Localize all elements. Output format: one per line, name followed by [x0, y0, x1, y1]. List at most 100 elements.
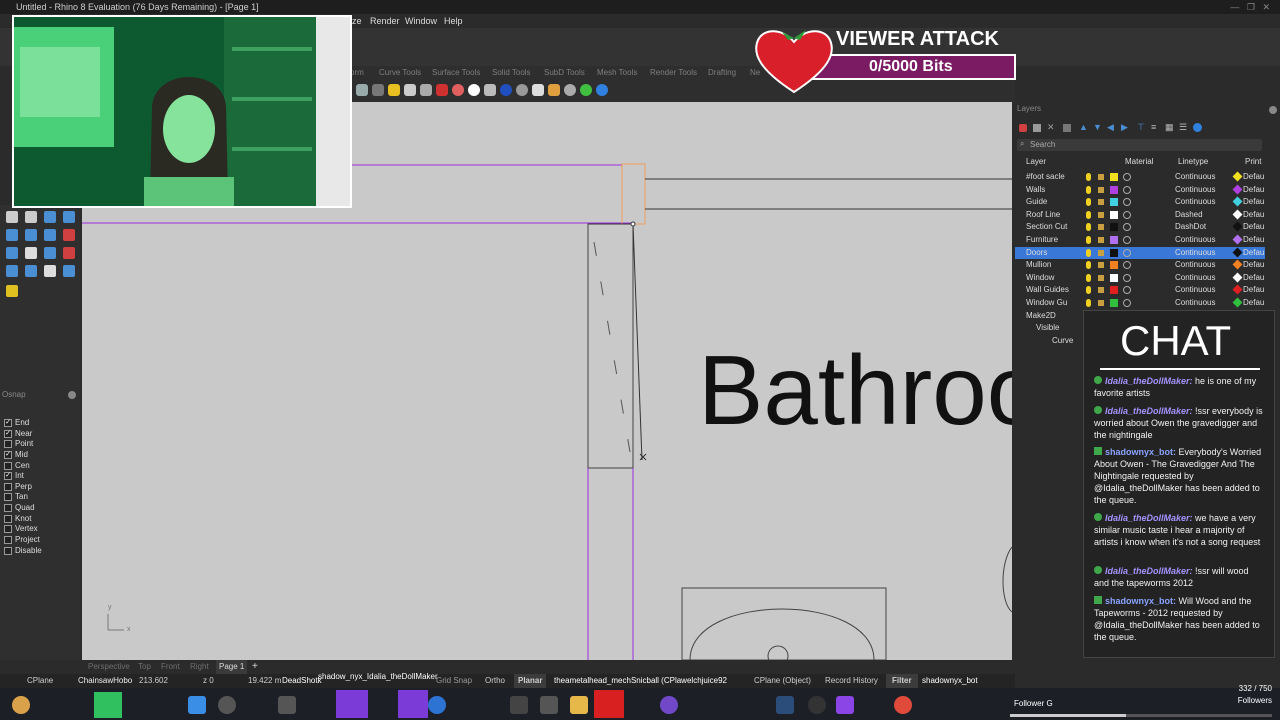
layers-search[interactable]: ⌕ Search	[1017, 139, 1262, 151]
new-sublayer-icon[interactable]	[1033, 124, 1041, 132]
start-icon[interactable]	[188, 696, 206, 714]
bulb-icon[interactable]	[1086, 210, 1091, 219]
analyze-icon[interactable]	[63, 265, 75, 277]
bulb-icon[interactable]	[1086, 261, 1091, 270]
lock-icon[interactable]	[1098, 249, 1104, 256]
layer-row[interactable]: Window Gu Continuous Defau	[1015, 297, 1265, 309]
tab-render-tools[interactable]: Render Tools	[650, 66, 697, 80]
print-color-swatch[interactable]	[1232, 259, 1243, 270]
filter-icon[interactable]: ⊤	[1137, 122, 1145, 133]
checkbox[interactable]	[4, 546, 12, 555]
osnap-cen[interactable]: Cen	[4, 461, 30, 471]
menu-item-help[interactable]: Help	[444, 14, 463, 28]
osnap-tan[interactable]: Tan	[4, 492, 28, 502]
paint-icon[interactable]	[6, 285, 18, 297]
surface-icon[interactable]	[44, 247, 56, 259]
col-print[interactable]: Print	[1245, 157, 1261, 166]
color-wheel-icon[interactable]	[452, 84, 464, 96]
lock-icon[interactable]	[1098, 262, 1104, 269]
transform-icon[interactable]	[63, 247, 75, 259]
lock-icon[interactable]	[1098, 174, 1104, 180]
print-color-swatch[interactable]	[1232, 297, 1243, 308]
layer-color-swatch[interactable]	[1110, 173, 1118, 181]
lock-icon[interactable]	[1098, 237, 1104, 243]
lock-icon[interactable]	[1098, 300, 1104, 306]
tab-surface-tools[interactable]: Surface Tools	[432, 66, 480, 80]
bulb-icon[interactable]	[1086, 236, 1091, 244]
layer-print-width[interactable]: Defau	[1243, 196, 1264, 208]
material-icon[interactable]	[1123, 286, 1131, 295]
light-icon[interactable]	[372, 84, 384, 96]
layer-linetype[interactable]: Continuous	[1175, 284, 1215, 296]
layer-row[interactable]: Window Continuous Defau	[1015, 272, 1265, 284]
bulb-icon[interactable]	[1086, 299, 1091, 307]
checkbox[interactable]: ✓	[4, 471, 12, 480]
status-planar[interactable]: Planar	[514, 674, 547, 688]
layer-row[interactable]: Doors Continuous Defau	[1015, 246, 1265, 259]
render-blue-icon[interactable]	[500, 84, 512, 96]
layer-print-width[interactable]: Defau	[1243, 221, 1264, 233]
pencil-icon[interactable]	[548, 84, 560, 96]
delete-icon[interactable]: ✕	[1047, 122, 1055, 133]
search-icon[interactable]	[218, 696, 236, 714]
weather-icon[interactable]	[12, 696, 30, 714]
status-grid-snap[interactable]: Grid Snap	[436, 674, 472, 688]
layer-linetype[interactable]: Continuous	[1175, 272, 1215, 284]
lock-icon[interactable]	[1098, 287, 1104, 294]
tab-solid-tools[interactable]: Solid Tools	[492, 66, 531, 80]
grid-view-icon[interactable]: ▦	[1165, 122, 1174, 133]
print-color-swatch[interactable]	[1232, 221, 1243, 232]
window-controls[interactable]: — ❐ ✕	[1230, 0, 1270, 14]
calendar-icon[interactable]	[540, 696, 558, 714]
chrome-icon[interactable]	[894, 696, 912, 714]
files-icon[interactable]	[570, 696, 588, 714]
material-icon[interactable]	[1123, 248, 1131, 257]
menu-item-render[interactable]: Render	[370, 14, 400, 28]
green-sphere-icon[interactable]	[580, 84, 592, 96]
select-icon[interactable]	[6, 211, 18, 223]
bulb-icon[interactable]	[1086, 173, 1091, 181]
layer-linetype[interactable]: Continuous	[1175, 171, 1215, 183]
layer-print-width[interactable]: Defau	[1243, 284, 1264, 296]
layer-color-swatch[interactable]	[1110, 286, 1118, 295]
lock-icon[interactable]	[1098, 199, 1104, 206]
osnap-quad[interactable]: Quad	[4, 503, 35, 513]
app-icon[interactable]	[660, 696, 678, 714]
layer-color-swatch[interactable]	[1110, 261, 1118, 270]
menu-item-analyze[interactable]: ze	[352, 14, 362, 28]
twitch-icon[interactable]	[836, 696, 854, 714]
material-icon[interactable]	[1123, 173, 1131, 181]
bulb-icon[interactable]	[1086, 286, 1091, 295]
layer-row[interactable]: Roof Line Dashed Defau	[1015, 209, 1265, 221]
browser-icon[interactable]	[428, 696, 446, 714]
layer-color-swatch[interactable]	[1110, 236, 1118, 244]
check-icon[interactable]	[44, 265, 56, 277]
material-icon[interactable]	[1123, 261, 1131, 270]
new-layer-icon[interactable]	[1019, 124, 1027, 132]
checkbox[interactable]	[4, 524, 12, 533]
help-icon[interactable]	[1193, 123, 1202, 132]
layer-print-width[interactable]: Defau	[1243, 184, 1264, 196]
tools-icon[interactable]: ≡	[1151, 122, 1156, 132]
layer-linetype[interactable]: DashDot	[1175, 221, 1206, 233]
tab-front[interactable]: Front	[161, 660, 180, 674]
tab-curve-tools[interactable]: Curve Tools	[379, 66, 421, 80]
layer-print-width[interactable]: Defau	[1243, 171, 1264, 183]
tab-drafting[interactable]: Drafting	[708, 66, 736, 80]
osnap-disable[interactable]: Disable	[4, 546, 42, 556]
print-color-swatch[interactable]	[1232, 234, 1243, 245]
checkbox[interactable]: ✓	[4, 429, 12, 438]
checkbox[interactable]	[4, 535, 12, 544]
environment-icon[interactable]	[564, 84, 576, 96]
osnap-near[interactable]: ✓ Near	[4, 429, 32, 439]
osnap-vertex[interactable]: Vertex	[4, 524, 38, 534]
terminal-icon[interactable]	[510, 696, 528, 714]
osnap-perp[interactable]: Perp	[4, 482, 32, 492]
material-icon[interactable]	[1123, 236, 1131, 244]
layer-linetype[interactable]: Continuous	[1175, 196, 1215, 208]
layer-linetype[interactable]: Dashed	[1175, 209, 1203, 221]
layer-color-swatch[interactable]	[1110, 210, 1118, 219]
layer-color-swatch[interactable]	[1110, 185, 1118, 194]
list-view-icon[interactable]: ☰	[1179, 122, 1187, 133]
checkbox[interactable]: ✓	[4, 450, 12, 459]
